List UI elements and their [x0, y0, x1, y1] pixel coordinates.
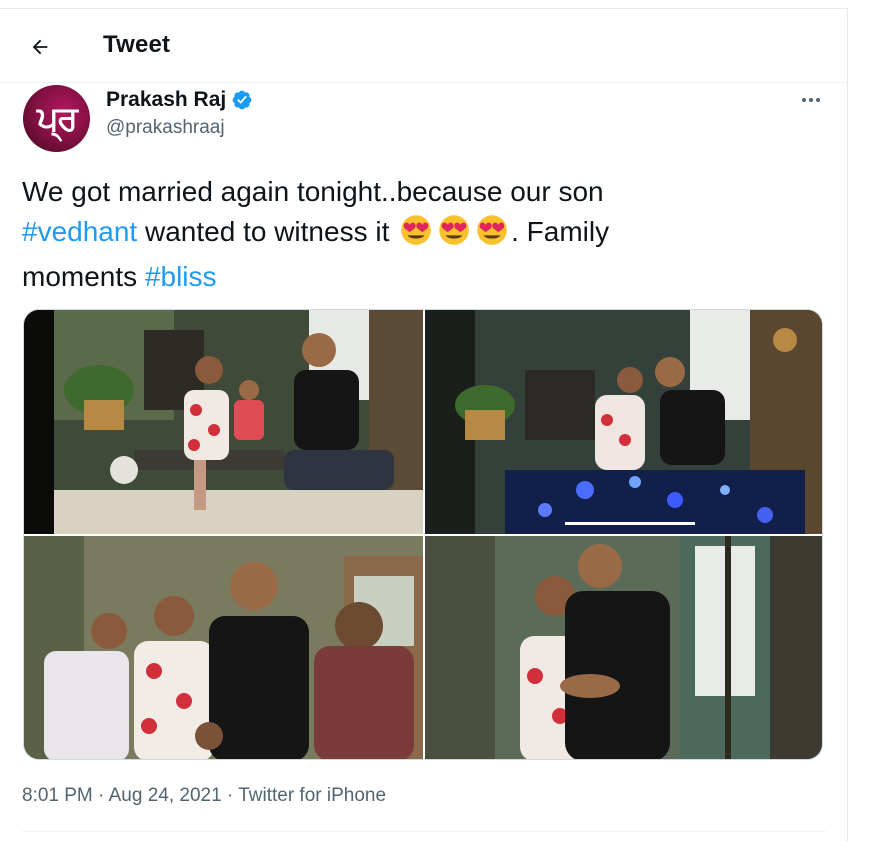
frame-right-border [847, 8, 848, 841]
tweet-text-line1: We got married again tonight..because ou… [22, 176, 604, 207]
author-display-name[interactable]: Prakash Raj [106, 88, 226, 112]
meta-separator: · [98, 785, 105, 806]
heart-eyes-emoji-group [397, 212, 511, 257]
avatar-logo-text: ਪ੍ਰ [36, 98, 78, 139]
author-name-row: Prakash Raj [106, 88, 253, 112]
more-options-button[interactable] [795, 88, 827, 112]
tweet-source-link[interactable]: Twitter for iPhone [238, 785, 386, 806]
heart-eyes-emoji-icon [477, 215, 507, 245]
tweet-meta: 8:01 PM · Aug 24, 2021 · Twitter for iPh… [22, 785, 386, 807]
tweet-time-link[interactable]: 8:01 PM [22, 785, 93, 806]
photo-couple-embrace[interactable] [425, 536, 822, 759]
tweet-text-line2: wanted to witness it [137, 216, 398, 247]
tweet-date-link[interactable]: Aug 24, 2021 [109, 785, 222, 806]
hashtag-bliss-link[interactable]: #bliss [145, 261, 217, 292]
author-handle[interactable]: @prakashraaj [106, 117, 225, 139]
photo-family-ring-exchange[interactable] [24, 310, 423, 534]
avatar[interactable]: ਪ੍ਰ [23, 85, 90, 152]
meta-separator: · [226, 785, 234, 806]
tweet-header: Tweet [0, 9, 847, 81]
photo-couple-kiss-image [425, 310, 822, 534]
page-title: Tweet [103, 31, 171, 58]
heart-eyes-emoji-icon [439, 215, 469, 245]
photo-couple-kiss[interactable] [425, 310, 822, 534]
photo-family-group-image [24, 536, 423, 759]
tweet-text-line4: moments [22, 261, 145, 292]
photo-couple-embrace-image [425, 536, 822, 759]
back-button[interactable] [22, 29, 58, 65]
photo-family-group[interactable] [24, 536, 423, 759]
hashtag-vedhant-link[interactable]: #vedhant [22, 216, 137, 247]
meta-divider [22, 831, 826, 832]
photo-family-ring-exchange-image [24, 310, 423, 534]
header-divider [0, 82, 847, 83]
tweet-text: We got married again tonight..because ou… [22, 172, 782, 297]
arrow-left-icon [32, 39, 48, 55]
heart-eyes-emoji-icon [401, 215, 431, 245]
tweet-text-line3: . Family [511, 216, 610, 247]
tweet-media-grid [23, 309, 823, 760]
verified-badge-icon [232, 90, 252, 110]
more-dots-icon [802, 98, 820, 102]
